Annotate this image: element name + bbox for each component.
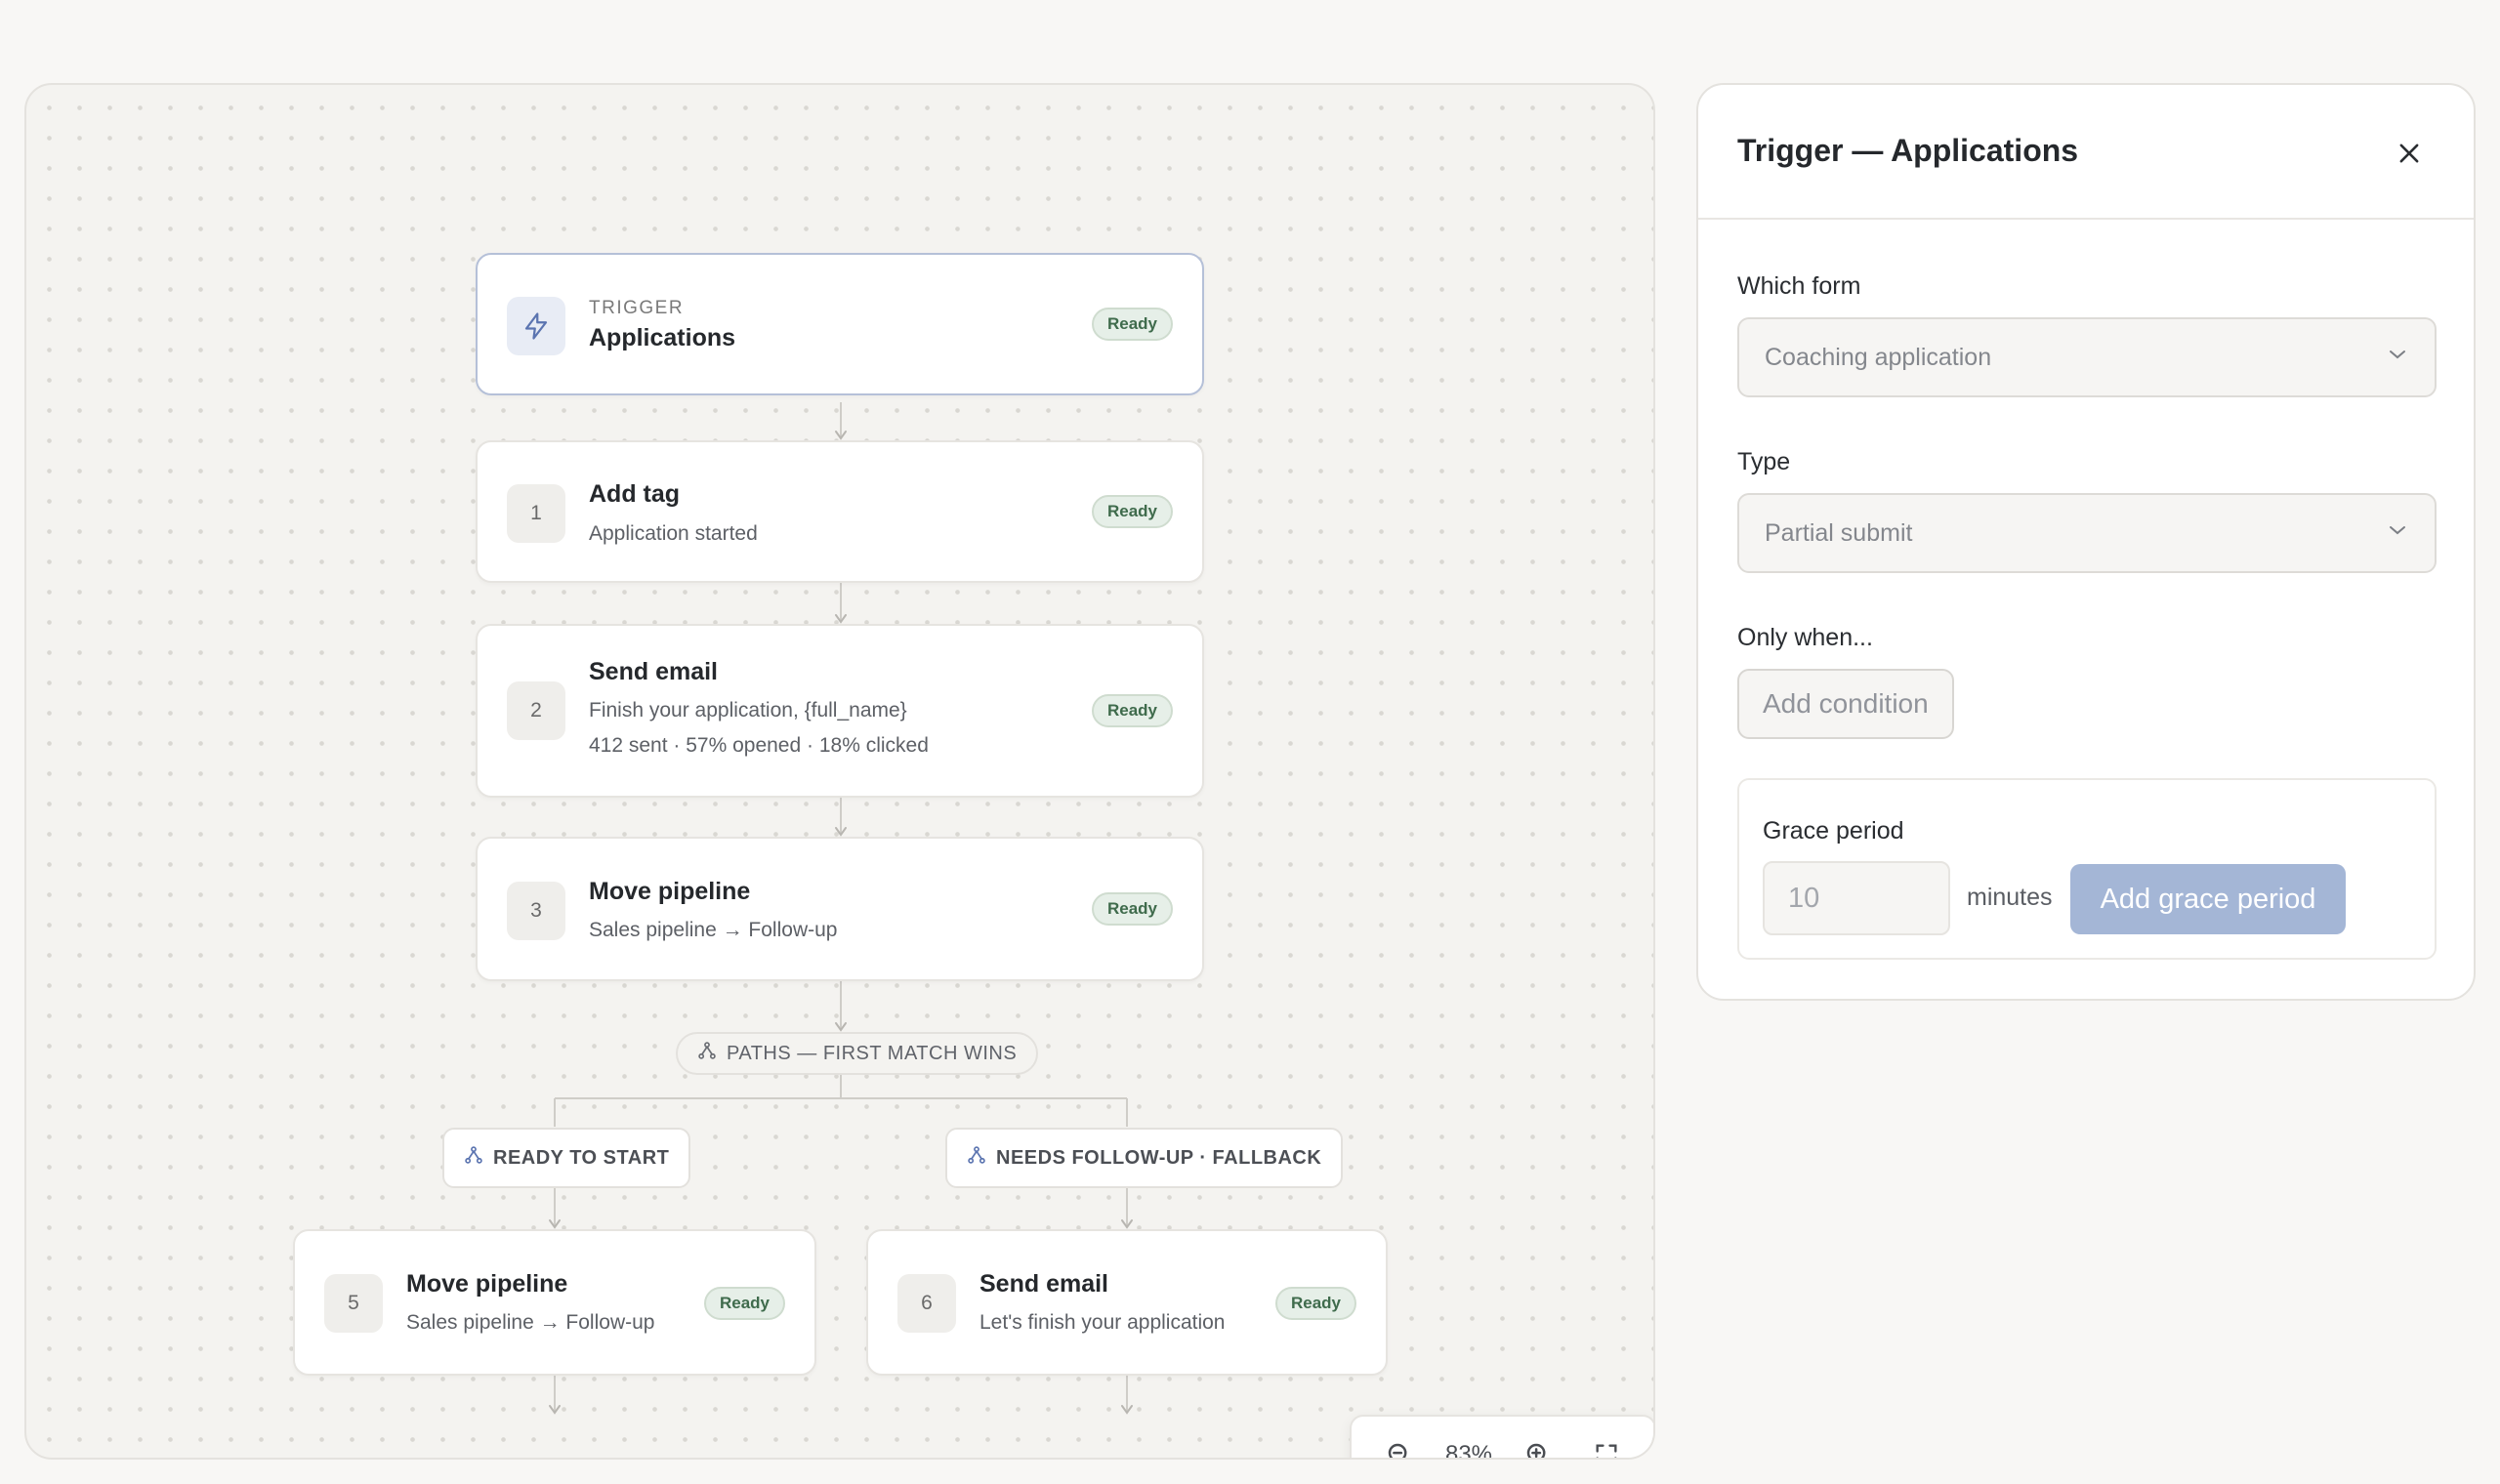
branch-label-ready-to-start[interactable]: READY TO START xyxy=(442,1128,691,1188)
type-select[interactable]: Partial submit xyxy=(1737,493,2437,573)
grace-period-section: Grace period 10 minutes Add grace period xyxy=(1737,778,2437,960)
step-subtitle: Let's finish your application xyxy=(979,1311,1226,1334)
chevron-down-icon xyxy=(2386,343,2409,373)
form-select-value: Coaching application xyxy=(1765,343,1992,371)
step-title: Move pipeline xyxy=(406,1270,568,1298)
step-title: Move pipeline xyxy=(589,878,751,905)
branch-icon xyxy=(967,1145,986,1171)
step-node-send-email[interactable]: 2 Send email Finish your application, {f… xyxy=(476,624,1204,798)
status-badge: Ready xyxy=(1274,1287,1356,1320)
trigger-title: Applications xyxy=(589,324,736,351)
status-badge: Ready xyxy=(703,1287,785,1320)
step-node-send-email-branch[interactable]: 6 Send email Let's finish your applicati… xyxy=(866,1229,1388,1376)
branch-label-text: NEEDS FOLLOW-UP · FALLBACK xyxy=(996,1146,1322,1169)
type-select-value: Partial submit xyxy=(1765,518,1913,547)
step-node-move-pipeline[interactable]: 3 Move pipeline Sales pipeline → Follow-… xyxy=(476,837,1204,981)
add-condition-button[interactable]: Add condition xyxy=(1737,669,1954,739)
chevron-down-icon xyxy=(2386,518,2409,549)
step-title: Send email xyxy=(979,1270,1108,1298)
step-subtitle: Finish your application, {full_name} xyxy=(589,699,907,721)
branch-label-text: READY TO START xyxy=(493,1146,670,1169)
status-badge: Ready xyxy=(1091,308,1173,341)
form-select[interactable]: Coaching application xyxy=(1737,317,2437,397)
branch-icon xyxy=(464,1145,483,1171)
status-badge: Ready xyxy=(1091,892,1173,926)
step-number: 5 xyxy=(324,1274,383,1333)
step-title: Add tag xyxy=(589,480,681,508)
step-number: 1 xyxy=(507,484,565,543)
lightning-icon xyxy=(507,297,565,355)
paths-label-text: PATHS — FIRST MATCH WINS xyxy=(727,1042,1018,1064)
step-subtitle: Sales pipeline → Follow-up xyxy=(406,1311,655,1334)
branch-label-needs-follow-up[interactable]: NEEDS FOLLOW-UP · FALLBACK xyxy=(945,1128,1344,1188)
workflow-canvas[interactable]: TRIGGER Applications Ready 1 Add tag App… xyxy=(24,83,1655,1460)
close-icon[interactable] xyxy=(2390,134,2429,173)
zoom-level: 83% xyxy=(1444,1441,1493,1460)
step-title: Send email xyxy=(589,658,718,685)
add-grace-period-button[interactable]: Add grace period xyxy=(2070,864,2346,934)
panel-header: Trigger — Applications xyxy=(1698,85,2474,220)
status-badge: Ready xyxy=(1091,495,1173,528)
trigger-settings-panel: Trigger — Applications Which form Coachi… xyxy=(1696,83,2476,1001)
paths-label[interactable]: PATHS — FIRST MATCH WINS xyxy=(676,1032,1039,1075)
step-number: 3 xyxy=(507,882,565,940)
form-select-label: Which form xyxy=(1737,272,1861,300)
branch-icon xyxy=(697,1041,717,1066)
fullscreen-icon[interactable] xyxy=(1584,1432,1629,1458)
grace-period-input[interactable]: 10 xyxy=(1763,861,1950,935)
step-subtitle: Sales pipeline → Follow-up xyxy=(589,919,838,941)
trigger-kicker: TRIGGER xyxy=(589,298,685,318)
zoom-controls: 83% xyxy=(1350,1415,1653,1460)
condition-label: Only when... xyxy=(1737,624,1873,651)
step-number: 2 xyxy=(507,681,565,740)
zoom-in-icon[interactable] xyxy=(1516,1432,1561,1458)
status-badge: Ready xyxy=(1091,694,1173,727)
type-select-label: Type xyxy=(1737,448,1791,475)
step-node-add-tag[interactable]: 1 Add tag Application started Ready xyxy=(476,440,1204,583)
trigger-node[interactable]: TRIGGER Applications Ready xyxy=(476,253,1204,395)
step-subtitle: Application started xyxy=(589,522,758,545)
step-node-move-pipeline-branch[interactable]: 5 Move pipeline Sales pipeline → Follow-… xyxy=(293,1229,816,1376)
grace-period-label: Grace period xyxy=(1763,817,1904,845)
email-stats: 412 sent · 57% opened · 18% clicked xyxy=(589,734,929,757)
zoom-out-icon[interactable] xyxy=(1377,1432,1422,1458)
step-number: 6 xyxy=(897,1274,956,1333)
grace-period-unit: minutes xyxy=(1967,884,2053,911)
panel-title: Trigger — Applications xyxy=(1737,133,2079,168)
